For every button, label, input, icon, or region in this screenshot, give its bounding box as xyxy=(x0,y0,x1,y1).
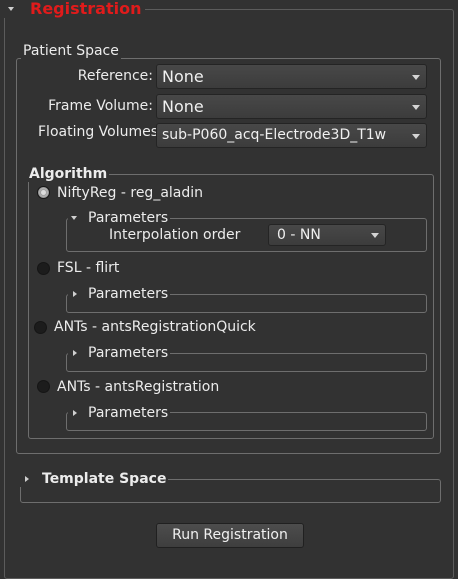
ants-quick-label[interactable]: ANTs - antsRegistrationQuick xyxy=(54,318,256,336)
reference-label: Reference: xyxy=(77,68,153,84)
niftyreg-parameters-label: Parameters xyxy=(88,210,169,226)
reference-value: None xyxy=(162,67,204,86)
niftyreg-radio[interactable] xyxy=(37,186,50,199)
chevron-down-icon xyxy=(412,104,420,110)
niftyreg-label[interactable]: NiftyReg - reg_aladin xyxy=(57,184,203,202)
fsl-parameters-label: Parameters xyxy=(88,286,169,302)
niftyreg-parameters-header[interactable]: Parameters xyxy=(68,210,171,226)
chevron-down-icon xyxy=(371,233,379,238)
chevron-down-icon xyxy=(412,74,420,80)
algorithm-title: Algorithm xyxy=(27,166,110,182)
chevron-down-icon xyxy=(71,216,77,220)
template-space-header[interactable]: Template Space xyxy=(20,471,169,487)
ants-radio[interactable] xyxy=(37,380,50,393)
chevron-down-icon xyxy=(412,133,420,139)
floating-volumes-value: sub-P060_acq-Electrode3D_T1w xyxy=(162,127,387,143)
ants-parameters-label: Parameters xyxy=(88,405,169,421)
interpolation-order-label: Interpolation order xyxy=(109,227,241,243)
chevron-right-icon xyxy=(25,476,29,482)
run-registration-button[interactable]: Run Registration xyxy=(156,523,304,548)
frame-volume-label: Frame Volume: xyxy=(48,98,153,114)
patient-space-title: Patient Space xyxy=(21,43,121,59)
chevron-right-icon xyxy=(73,410,77,416)
fsl-parameters-header[interactable]: Parameters xyxy=(68,286,171,302)
interpolation-order-dropdown[interactable]: 0 - NN xyxy=(268,224,386,246)
frame-volume-value: None xyxy=(162,97,204,116)
ants-parameters-header[interactable]: Parameters xyxy=(68,405,171,421)
interpolation-order-value: 0 - NN xyxy=(277,227,321,243)
fsl-flirt-radio[interactable] xyxy=(37,262,50,275)
floating-volumes-label: Floating Volumes xyxy=(38,124,159,140)
chevron-down-icon xyxy=(8,7,14,11)
reference-dropdown[interactable]: None xyxy=(156,64,427,89)
ants-label[interactable]: ANTs - antsRegistration xyxy=(57,378,219,396)
template-space-title: Template Space xyxy=(42,471,167,487)
chevron-right-icon xyxy=(73,291,77,297)
frame-volume-dropdown[interactable]: None xyxy=(156,94,427,119)
registration-title: Registration xyxy=(30,0,142,18)
ants-quick-parameters-label: Parameters xyxy=(88,345,169,361)
fsl-flirt-label[interactable]: FSL - flirt xyxy=(57,259,119,277)
registration-header[interactable]: Registration xyxy=(4,0,146,18)
floating-volumes-dropdown[interactable]: sub-P060_acq-Electrode3D_T1w xyxy=(156,123,427,148)
ants-quick-parameters-header[interactable]: Parameters xyxy=(68,345,171,361)
ants-quick-radio[interactable] xyxy=(34,321,47,334)
chevron-right-icon xyxy=(73,350,77,356)
